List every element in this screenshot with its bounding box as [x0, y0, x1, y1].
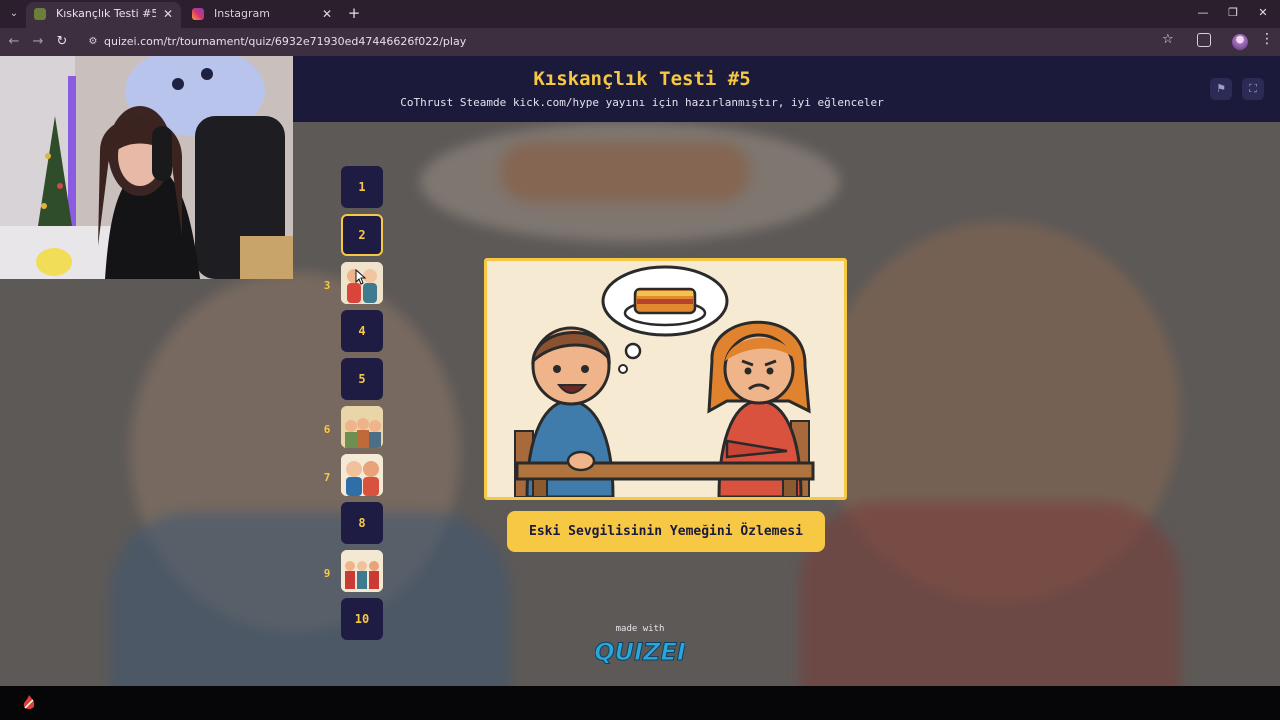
site-settings-icon[interactable]: ⚙	[86, 35, 100, 49]
rank-slot-6-thumbnail[interactable]	[341, 406, 383, 448]
rank-number-9: 9	[323, 567, 331, 580]
made-with-label: made with	[615, 624, 665, 634]
minimize-icon[interactable]: —	[1188, 4, 1218, 22]
rank-slot-9-thumbnail[interactable]	[341, 550, 383, 592]
mouse-cursor-icon	[355, 269, 367, 285]
rank-slot-label: 10	[354, 612, 370, 626]
rank-number-6: 6	[323, 423, 331, 436]
quizei-favicon-icon	[34, 8, 46, 20]
browser-toolbar: ← → ↻ ⚙ quizei.com/tr/tournament/quiz/69…	[0, 28, 1280, 56]
instagram-favicon-icon	[192, 8, 204, 20]
browser-tab-strip: ⌄ Kıskançlık Testi #5 - Tier List, Kı ✕ …	[0, 0, 1280, 28]
quizei-logo[interactable]: QUIZEI	[595, 636, 685, 665]
cartoon-thumbnail-image	[341, 454, 383, 496]
jealous-girlfriend-illustration	[487, 261, 844, 497]
rank-slot-label: 1	[358, 180, 366, 194]
webcam-overlay	[0, 56, 293, 279]
webcam-video-image	[0, 56, 293, 279]
current-item-image[interactable]	[484, 258, 847, 500]
url-text[interactable]: quizei.com/tr/tournament/quiz/6932e71930…	[104, 31, 466, 53]
quizei-logo-text: QUIZEI	[595, 638, 685, 664]
back-arrow-icon[interactable]: ←	[4, 32, 24, 52]
tab-title: Instagram	[214, 7, 270, 20]
rank-number-3: 3	[323, 279, 331, 292]
tab-title: Kıskançlık Testi #5 - Tier List, Kı	[56, 7, 156, 20]
address-bar[interactable]: ⚙ quizei.com/tr/tournament/quiz/6932e719…	[80, 31, 1190, 53]
ranking-list: 1 2 3 4 5 6 7 8 9 10	[320, 166, 390, 640]
fullscreen-icon[interactable]: ⛶	[1242, 78, 1264, 100]
os-taskbar	[0, 686, 1280, 720]
rank-slot-label: 4	[358, 324, 366, 338]
rank-slot-label: 2	[358, 228, 366, 242]
rank-slot-7-thumbnail[interactable]	[341, 454, 383, 496]
reload-icon[interactable]: ↻	[52, 32, 72, 52]
current-item-caption-button[interactable]: Eski Sevgilisinin Yemeğini Özlemesi	[507, 511, 825, 552]
cartoon-thumbnail-image	[341, 406, 383, 448]
rank-slot-5[interactable]: 5	[341, 358, 383, 400]
flag-icon[interactable]: ⚑	[1210, 78, 1232, 100]
rank-slot-label: 5	[358, 372, 366, 386]
forward-arrow-icon[interactable]: →	[28, 32, 48, 52]
close-tab-icon[interactable]: ✕	[322, 2, 332, 26]
window-close-icon[interactable]: ✕	[1248, 4, 1278, 22]
rank-slot-10[interactable]: 10	[341, 598, 383, 640]
close-tab-icon[interactable]: ✕	[163, 2, 173, 26]
quiz-page: Kıskançlık Testi #5 CoThrust Steamde kic…	[0, 56, 1280, 686]
cartoon-thumbnail-image	[341, 550, 383, 592]
rank-number-7: 7	[323, 471, 331, 484]
quiz-header: Kıskançlık Testi #5 CoThrust Steamde kic…	[292, 56, 1280, 122]
restore-icon[interactable]: ❐	[1218, 4, 1248, 22]
star-icon[interactable]: ☆	[1162, 32, 1174, 47]
new-tab-plus-icon[interactable]: +	[346, 4, 362, 22]
tab-quiz[interactable]: Kıskançlık Testi #5 - Tier List, Kı ✕	[26, 2, 181, 28]
tab-list-chevron-down-icon[interactable]: ⌄	[6, 6, 22, 22]
quiz-subtitle: CoThrust Steamde kick.com/hype yayını iç…	[400, 96, 884, 109]
tab-instagram[interactable]: Instagram ✕	[184, 2, 340, 28]
profile-avatar[interactable]	[1232, 34, 1248, 50]
kebab-menu-icon[interactable]: ⋮	[1260, 31, 1274, 47]
rank-slot-label: 8	[358, 516, 366, 530]
quiz-title: Kıskançlık Testi #5	[533, 68, 751, 90]
flame-app-icon[interactable]	[20, 694, 38, 712]
rank-slot-4[interactable]: 4	[341, 310, 383, 352]
rank-slot-1[interactable]: 1	[341, 166, 383, 208]
rank-slot-8[interactable]: 8	[341, 502, 383, 544]
puzzle-icon[interactable]	[1197, 33, 1211, 47]
rank-slot-2[interactable]: 2	[341, 214, 383, 256]
